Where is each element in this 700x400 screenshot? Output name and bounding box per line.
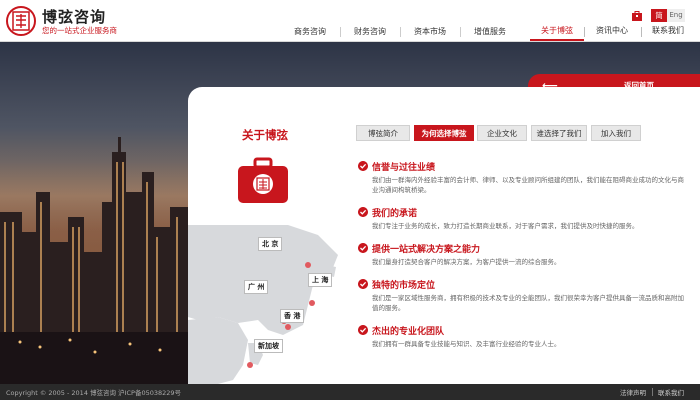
top-nav-news[interactable]: 资讯中心 bbox=[596, 25, 628, 36]
cart-icon[interactable] bbox=[631, 10, 643, 22]
top-nav-divider bbox=[584, 27, 585, 37]
feature-description: 我们是一家区域性服务商，拥有积极的技术及专业的全能团队，我们很荣幸为客户提供具备… bbox=[372, 294, 684, 312]
nav-divider bbox=[460, 27, 461, 37]
check-icon bbox=[358, 243, 368, 253]
map-city-hongkong[interactable]: 香 港 bbox=[280, 309, 305, 323]
active-nav-underline bbox=[530, 39, 584, 41]
map-city-beijing[interactable]: 北 京 bbox=[258, 237, 283, 251]
check-icon bbox=[358, 207, 368, 217]
map-city-singapore[interactable]: 新加坡 bbox=[254, 339, 283, 353]
feature-description: 我们专注于业务的成长，致力打造长期商业联系，对于客户需求，我们提供及时快捷的服务… bbox=[372, 222, 639, 230]
nav-item-value-added[interactable]: 增值服务 bbox=[462, 24, 518, 40]
site-footer: Copyright © 2005 - 2014 博弦咨询 沪ICP备050382… bbox=[0, 384, 700, 400]
logo-seal-icon[interactable] bbox=[6, 4, 36, 38]
map-city-shanghai[interactable]: 上 海 bbox=[308, 273, 333, 287]
nav-item-capital[interactable]: 资本市场 bbox=[402, 24, 458, 40]
footer-link-legal[interactable]: 法律声明 bbox=[620, 387, 646, 397]
top-nav-contact[interactable]: 联系我们 bbox=[652, 25, 684, 36]
feature-title: 独特的市场定位 bbox=[372, 281, 436, 291]
map-city-guangzhou[interactable]: 广 州 bbox=[244, 280, 269, 294]
tab-culture[interactable]: 企业文化 bbox=[477, 125, 527, 141]
nav-item-finance[interactable]: 财务咨询 bbox=[342, 24, 398, 40]
check-icon bbox=[358, 279, 368, 289]
section-title: 关于博弦 bbox=[242, 128, 288, 142]
feature-title: 杰出的专业化团队 bbox=[372, 327, 445, 337]
check-icon bbox=[358, 325, 368, 335]
feature-title: 我们的承诺 bbox=[372, 209, 418, 219]
feature-title: 信誉与过往业绩 bbox=[372, 163, 436, 173]
footer-divider bbox=[652, 388, 653, 396]
map-icon: 北 京 上 海 广 州 香 港 新加坡 bbox=[188, 225, 348, 384]
tab-join-us[interactable]: 加入我们 bbox=[591, 125, 641, 141]
feature-description: 我们拥有一群具备专业技能与知识、及丰富行业经验的专业人士。 bbox=[372, 340, 561, 348]
tab-intro[interactable]: 博弦简介 bbox=[356, 125, 410, 141]
lang-en-button[interactable]: Eng bbox=[667, 9, 685, 22]
tab-why-choose[interactable]: 为何选择博弦 bbox=[414, 125, 474, 141]
brand-slogan: 您的一站式企业服务商 bbox=[42, 26, 117, 35]
feature-title: 提供一站式解决方案之能力 bbox=[372, 245, 481, 255]
briefcase-icon bbox=[238, 157, 288, 203]
tab-clients[interactable]: 谁选择了我们 bbox=[531, 125, 587, 141]
nav-divider bbox=[400, 27, 401, 37]
check-icon bbox=[358, 161, 368, 171]
site-header: 博弦咨询 您的一站式企业服务商 商务咨询 财务咨询 资本市场 增值服务 简 En… bbox=[0, 0, 700, 42]
brand-name[interactable]: 博弦咨询 bbox=[42, 6, 106, 27]
nav-divider bbox=[340, 27, 341, 37]
feature-description: 我们由一群海内外经验丰富的会计师、律师、以及专业顾问所组建的团队，我们能在阻碍商… bbox=[372, 176, 684, 194]
nav-item-business[interactable]: 商务咨询 bbox=[282, 24, 338, 40]
top-nav-about[interactable]: 关于博弦 bbox=[541, 25, 573, 36]
feature-description: 我们量身打造契合客户的解决方案，为客户提供一流的综合服务。 bbox=[372, 258, 561, 266]
top-nav-divider bbox=[641, 27, 642, 37]
footer-link-contact[interactable]: 联系我们 bbox=[658, 387, 684, 397]
content-panel: 关于博弦 北 京 上 海 广 州 香 港 新加坡 博弦简介 为何选择博弦 企业文… bbox=[188, 87, 700, 384]
copyright-text: Copyright © 2005 - 2014 博弦咨询 沪ICP备050382… bbox=[6, 389, 182, 397]
lang-zh-button[interactable]: 简 bbox=[651, 9, 667, 22]
